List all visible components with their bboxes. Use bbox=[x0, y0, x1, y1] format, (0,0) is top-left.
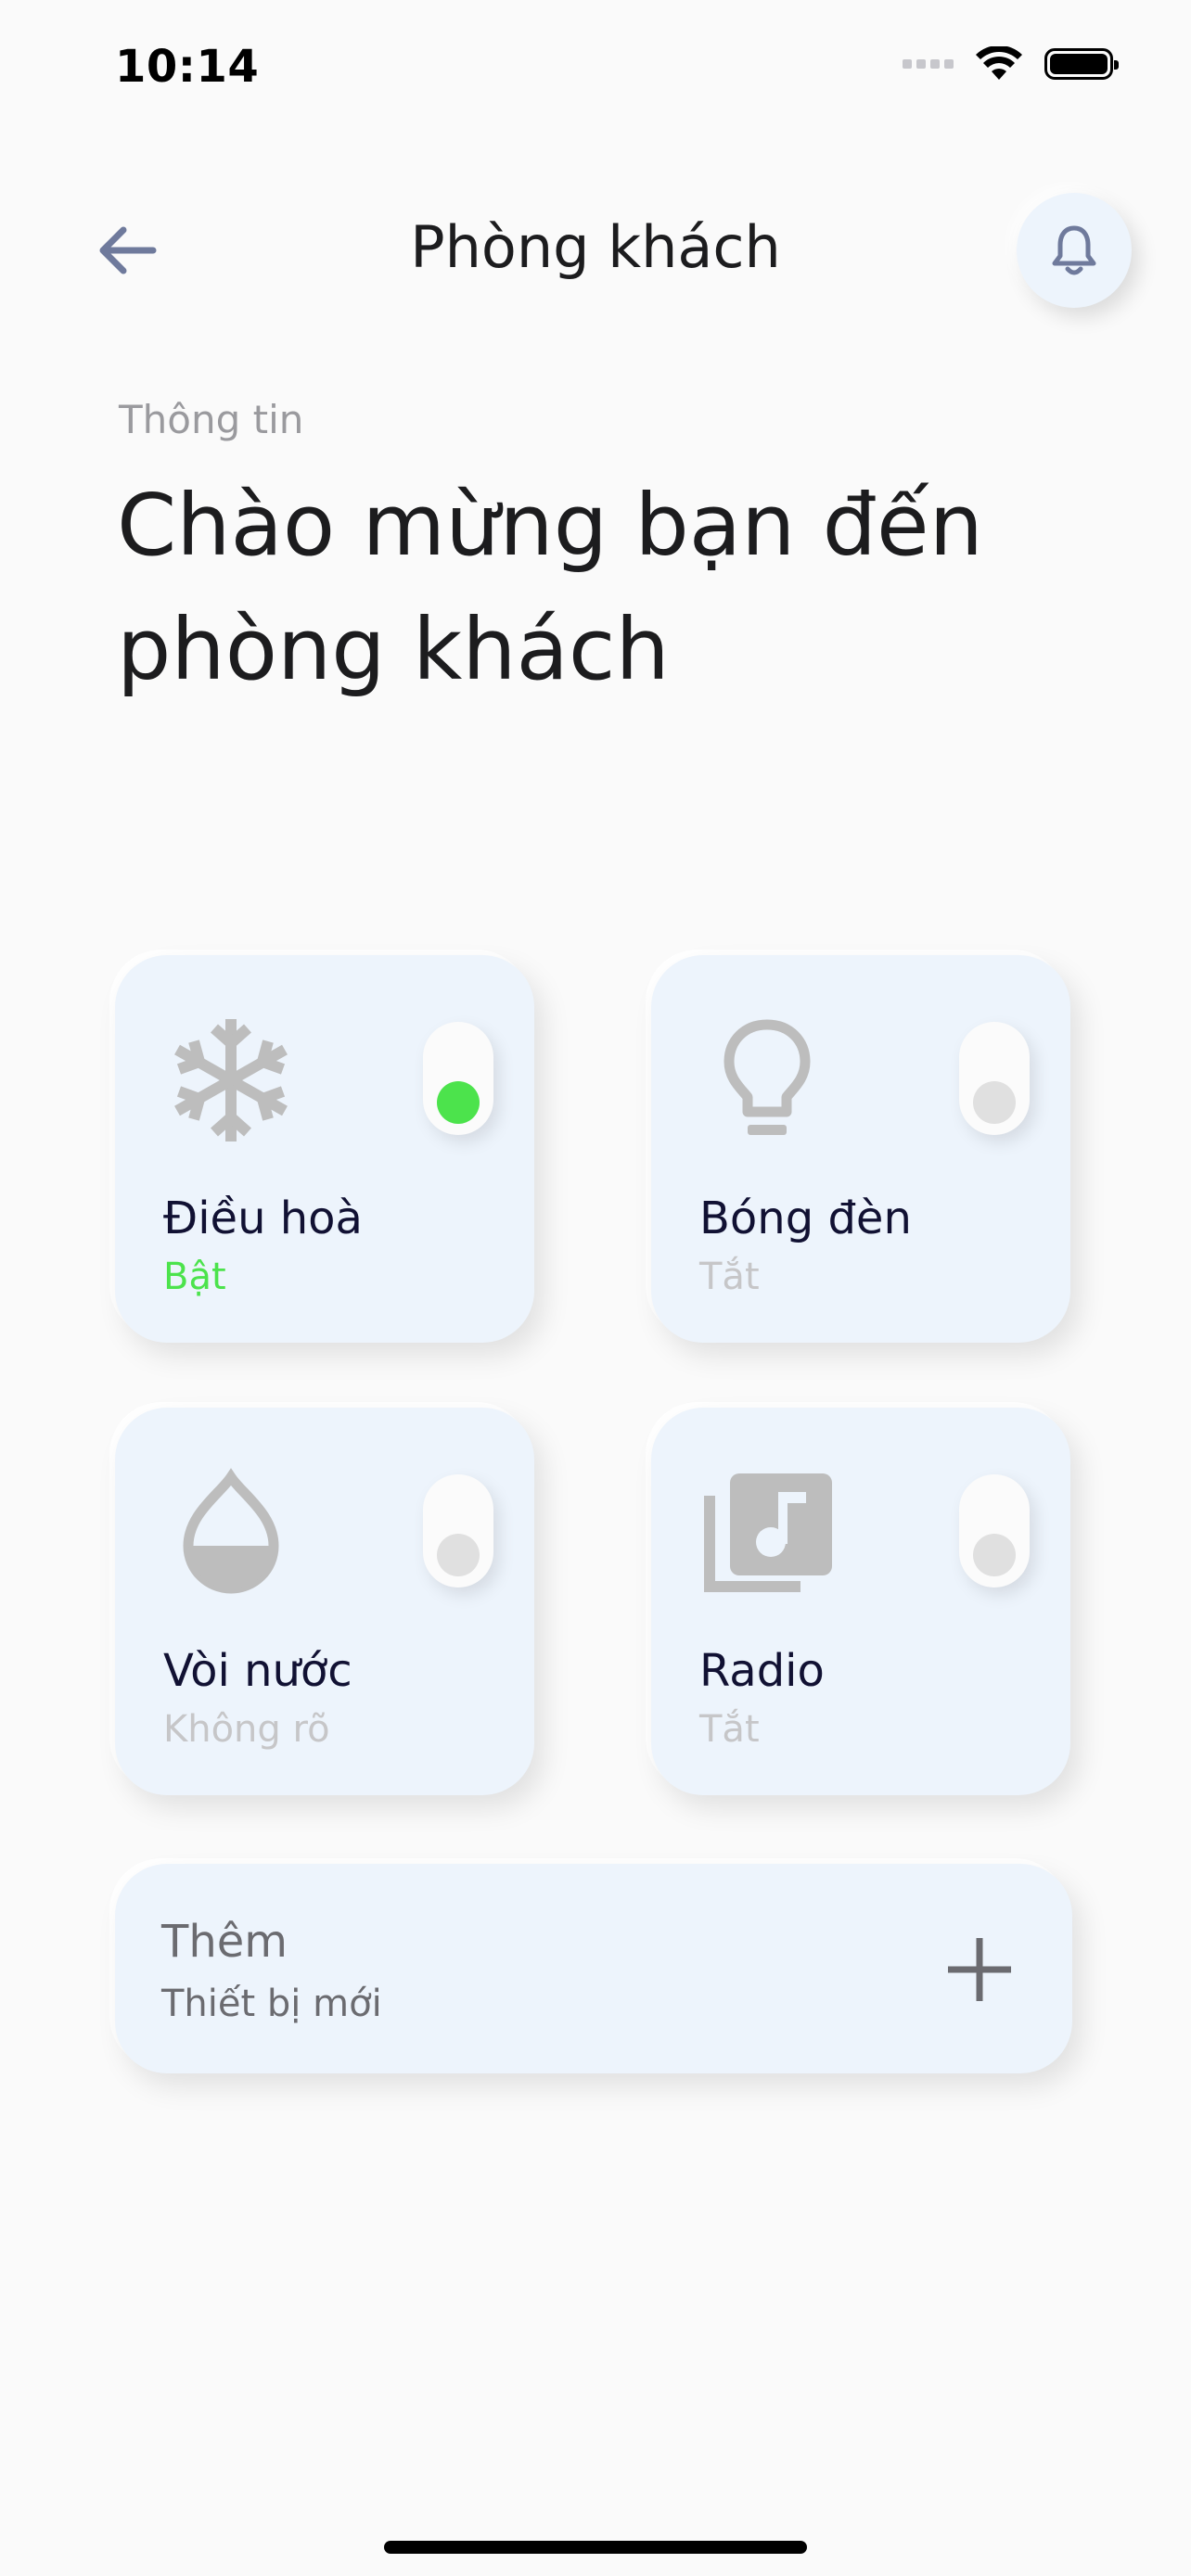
device-status: Tắt bbox=[699, 1256, 760, 1298]
music-library-icon bbox=[698, 1463, 837, 1602]
bell-icon bbox=[1052, 225, 1096, 275]
lightbulb-icon bbox=[698, 1011, 837, 1150]
device-card-water-faucet[interactable]: Vòi nước Không rõ bbox=[115, 1408, 534, 1795]
device-name: Bóng đèn bbox=[699, 1192, 912, 1244]
cellular-signal-icon bbox=[903, 59, 954, 69]
battery-icon bbox=[1044, 48, 1119, 80]
device-status: Không rõ bbox=[163, 1708, 330, 1751]
device-status: Tắt bbox=[699, 1708, 760, 1751]
device-card-radio[interactable]: Radio Tắt bbox=[651, 1408, 1070, 1795]
add-device-button[interactable]: Thêm Thiết bị mới bbox=[115, 1864, 1072, 2073]
device-toggle[interactable] bbox=[423, 1474, 493, 1588]
add-title: Thêm bbox=[161, 1916, 288, 1968]
device-name: Vòi nước bbox=[163, 1645, 352, 1697]
add-subtitle: Thiết bị mới bbox=[161, 1983, 382, 2025]
status-time: 10:14 bbox=[115, 41, 260, 93]
device-name: Radio bbox=[699, 1645, 825, 1697]
home-indicator[interactable] bbox=[384, 2541, 807, 2554]
water-drop-icon bbox=[161, 1463, 301, 1602]
wifi-icon bbox=[976, 46, 1022, 80]
plus-icon bbox=[948, 1938, 1011, 2001]
snowflake-icon bbox=[161, 1011, 301, 1150]
device-card-light-bulb[interactable]: Bóng đèn Tắt bbox=[651, 955, 1070, 1343]
device-toggle[interactable] bbox=[959, 1022, 1030, 1135]
device-status: Bật bbox=[163, 1256, 226, 1298]
notifications-button[interactable] bbox=[1017, 193, 1132, 308]
info-label: Thông tin bbox=[119, 397, 304, 442]
page-title: Phòng khách bbox=[410, 213, 781, 281]
status-icons bbox=[903, 46, 1119, 82]
device-toggle[interactable] bbox=[959, 1474, 1030, 1588]
welcome-headline: Chào mừng bạn đến phòng khách bbox=[117, 476, 983, 699]
device-toggle[interactable] bbox=[423, 1022, 493, 1135]
device-name: Điều hoà bbox=[163, 1192, 363, 1244]
device-card-air-conditioner[interactable]: Điều hoà Bật bbox=[115, 955, 534, 1343]
